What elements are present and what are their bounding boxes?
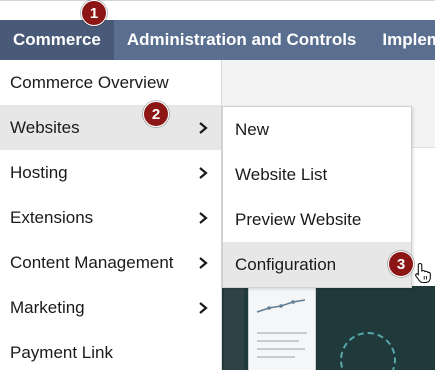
- websites-submenu: New Website List Preview Website Configu…: [222, 106, 412, 288]
- chevron-right-icon: [199, 301, 208, 314]
- hero-illustration: [222, 286, 435, 370]
- commerce-dropdown-menu: Commerce Overview Websites Hosting Exten…: [0, 60, 222, 370]
- step-badge-1: 1: [81, 0, 107, 26]
- chevron-right-icon: [199, 166, 208, 179]
- menu-item-label: Marketing: [10, 297, 85, 317]
- menu-item-label: Commerce Overview: [10, 72, 169, 92]
- chevron-right-icon: [199, 121, 208, 134]
- step-badge-3: 3: [388, 251, 414, 277]
- top-navigation-bar: Commerce Administration and Controls Imp…: [0, 20, 435, 60]
- top-strip: [0, 0, 435, 20]
- nav-implementation[interactable]: Implemen: [369, 20, 435, 60]
- menu-item-label: Hosting: [10, 162, 68, 182]
- menu-item-extensions[interactable]: Extensions: [0, 195, 221, 240]
- hand-pointer-icon: [415, 262, 431, 284]
- hero-line-chart: [256, 299, 306, 313]
- menu-item-content-management[interactable]: Content Management: [0, 240, 221, 285]
- submenu-item-configuration[interactable]: Configuration: [223, 242, 411, 287]
- hero-document-card: [248, 286, 316, 370]
- menu-item-label: Payment Link: [10, 342, 113, 362]
- nav-commerce[interactable]: Commerce: [0, 20, 114, 60]
- submenu-item-website-list[interactable]: Website List: [223, 152, 411, 197]
- hero-device-edge: [224, 286, 244, 370]
- submenu-item-preview-website[interactable]: Preview Website: [223, 197, 411, 242]
- chevron-right-icon: [199, 256, 208, 269]
- menu-item-label: Content Management: [10, 252, 174, 272]
- menu-item-payment-link[interactable]: Payment Link: [0, 330, 221, 370]
- menu-item-label: Websites: [10, 117, 80, 137]
- chevron-right-icon: [199, 211, 208, 224]
- submenu-item-new[interactable]: New: [223, 107, 411, 152]
- menu-item-label: Extensions: [10, 207, 94, 227]
- menu-item-websites[interactable]: Websites: [0, 105, 221, 150]
- menu-item-commerce-overview[interactable]: Commerce Overview: [0, 60, 221, 105]
- menu-item-hosting[interactable]: Hosting: [0, 150, 221, 195]
- hero-dashed-circle: [340, 332, 396, 370]
- nav-administration-and-controls[interactable]: Administration and Controls: [114, 20, 370, 60]
- step-badge-2: 2: [143, 101, 169, 127]
- menu-item-marketing[interactable]: Marketing: [0, 285, 221, 330]
